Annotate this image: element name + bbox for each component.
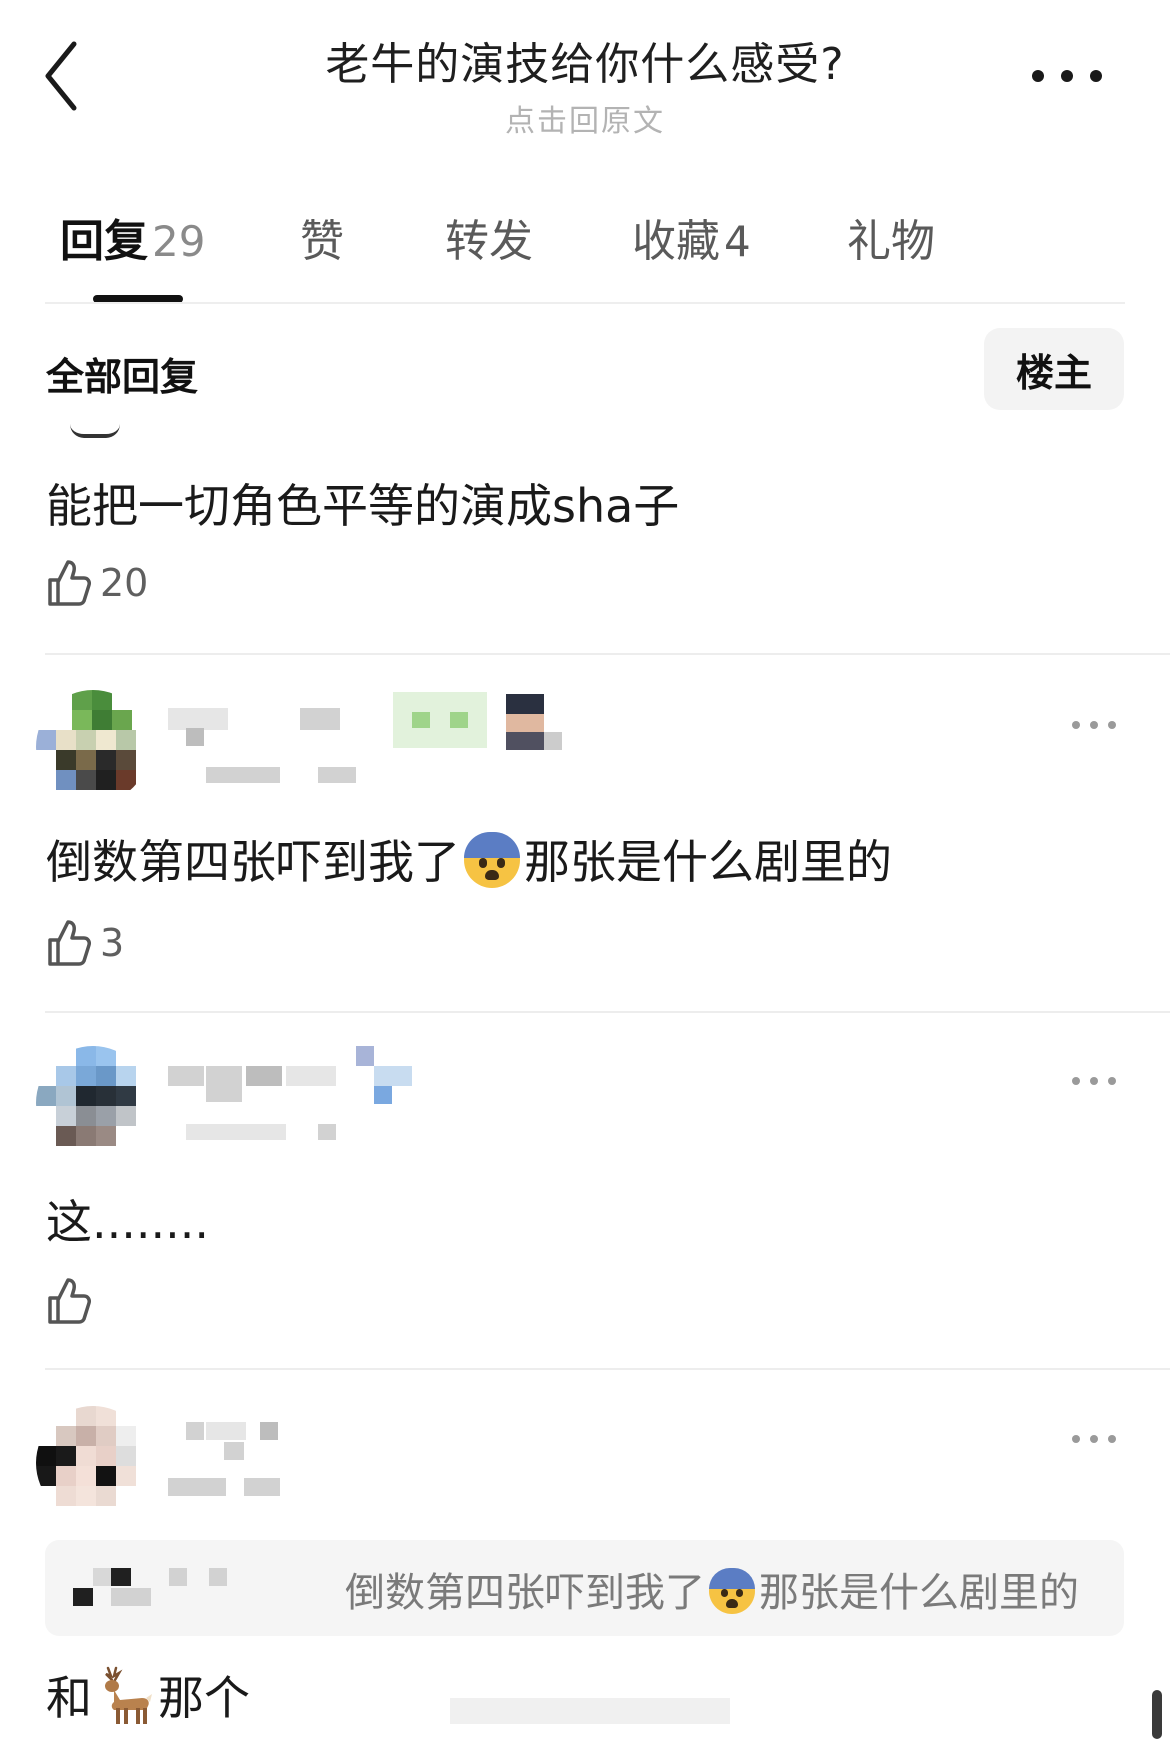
tab-favorites[interactable]: 收藏4 bbox=[632, 205, 751, 269]
comment-divider bbox=[45, 1011, 1170, 1013]
top-bar: 老牛的演技给你什么感受? 点击回原文 bbox=[0, 0, 1170, 140]
like-button[interactable]: 20 bbox=[46, 558, 148, 608]
like-button[interactable] bbox=[46, 1276, 100, 1326]
user-meta-masked bbox=[168, 1478, 226, 1496]
quoted-username-masked bbox=[93, 1568, 113, 1586]
thumbs-up-icon bbox=[48, 920, 91, 966]
user-meta-masked bbox=[206, 767, 280, 783]
title-block[interactable]: 老牛的演技给你什么感受? 点击回原文 bbox=[0, 28, 1170, 140]
avatar[interactable] bbox=[36, 1406, 150, 1520]
tab-likes[interactable]: 赞 bbox=[300, 205, 344, 269]
masked-overlay bbox=[450, 1698, 730, 1724]
user-badge bbox=[356, 1046, 374, 1066]
user-badge-2 bbox=[506, 694, 544, 714]
more-horizontal-icon bbox=[1032, 70, 1102, 82]
tab-label: 收藏 bbox=[632, 216, 720, 267]
quoted-text-part: 那张是什么剧里的 bbox=[759, 1570, 1079, 1616]
tab-label: 回复 bbox=[60, 216, 148, 267]
user-meta-masked bbox=[186, 1124, 286, 1140]
avatar[interactable] bbox=[36, 690, 150, 804]
comment-divider bbox=[45, 1368, 1170, 1370]
fearful-face-icon bbox=[709, 1568, 755, 1614]
comment-text[interactable]: 能把一切角色平等的演成sha子 bbox=[46, 470, 679, 536]
tab-count: 4 bbox=[724, 217, 751, 266]
tab-label: 赞 bbox=[300, 216, 344, 267]
comment-more-button[interactable] bbox=[1064, 1066, 1124, 1096]
more-horizontal-icon bbox=[1072, 1435, 1116, 1443]
quoted-text: 倒数第四张吓到我了 那张是什么剧里的 bbox=[345, 1560, 1079, 1618]
comment-text-part: 倒数第四张吓到我了 bbox=[46, 835, 460, 889]
tab-count: 29 bbox=[152, 217, 206, 266]
avatar[interactable] bbox=[36, 1046, 150, 1160]
scrollbar[interactable] bbox=[1152, 1690, 1162, 1739]
comment-divider bbox=[45, 653, 1170, 655]
section-title: 全部回复 bbox=[46, 355, 199, 399]
tab-label: 转发 bbox=[445, 216, 533, 267]
more-button[interactable] bbox=[1024, 56, 1114, 96]
tab-replies[interactable]: 回复29 bbox=[60, 205, 205, 269]
comment-text-part: 那个 bbox=[158, 1671, 250, 1725]
comment-text-part: 那张是什么剧里的 bbox=[524, 835, 892, 889]
like-button[interactable]: 3 bbox=[46, 918, 124, 968]
tab-bar: 回复29 赞 转发 收藏4 礼物 bbox=[60, 205, 1110, 267]
like-count: 3 bbox=[100, 921, 125, 965]
tabs-divider bbox=[45, 302, 1125, 304]
op-filter-button[interactable]: 楼主 bbox=[984, 328, 1124, 410]
tab-gifts[interactable]: 礼物 bbox=[847, 205, 935, 269]
thumbs-up-icon bbox=[48, 1278, 91, 1324]
back-to-original-link[interactable]: 点击回原文 bbox=[0, 96, 1170, 140]
page-title: 老牛的演技给你什么感受? bbox=[325, 39, 845, 90]
tab-reposts[interactable]: 转发 bbox=[445, 205, 533, 269]
username-masked[interactable] bbox=[168, 708, 228, 730]
fearful-face-icon bbox=[464, 832, 520, 888]
like-count: 20 bbox=[100, 561, 149, 605]
quoted-text-part: 倒数第四张吓到我了 bbox=[345, 1570, 705, 1616]
tab-label: 礼物 bbox=[847, 216, 935, 267]
comment-text[interactable]: 这........ bbox=[46, 1186, 209, 1252]
username-masked[interactable] bbox=[168, 1066, 204, 1086]
avatar-edge bbox=[70, 424, 120, 438]
more-horizontal-icon bbox=[1072, 1077, 1116, 1085]
thumbs-up-icon bbox=[48, 560, 91, 606]
user-badge bbox=[393, 692, 487, 748]
comment-text[interactable]: 和 那个 bbox=[46, 1662, 250, 1728]
comment-text[interactable]: 倒数第四张吓到我了 那张是什么剧里的 bbox=[46, 826, 892, 892]
comment-text-part: 和 bbox=[46, 1671, 92, 1725]
more-horizontal-icon bbox=[1072, 721, 1116, 729]
comment-more-button[interactable] bbox=[1064, 710, 1124, 740]
username-masked[interactable] bbox=[186, 1422, 204, 1440]
deer-icon bbox=[105, 1666, 152, 1724]
quoted-reply[interactable]: 倒数第四张吓到我了 那张是什么剧里的 bbox=[45, 1540, 1124, 1636]
comment-more-button[interactable] bbox=[1064, 1424, 1124, 1454]
